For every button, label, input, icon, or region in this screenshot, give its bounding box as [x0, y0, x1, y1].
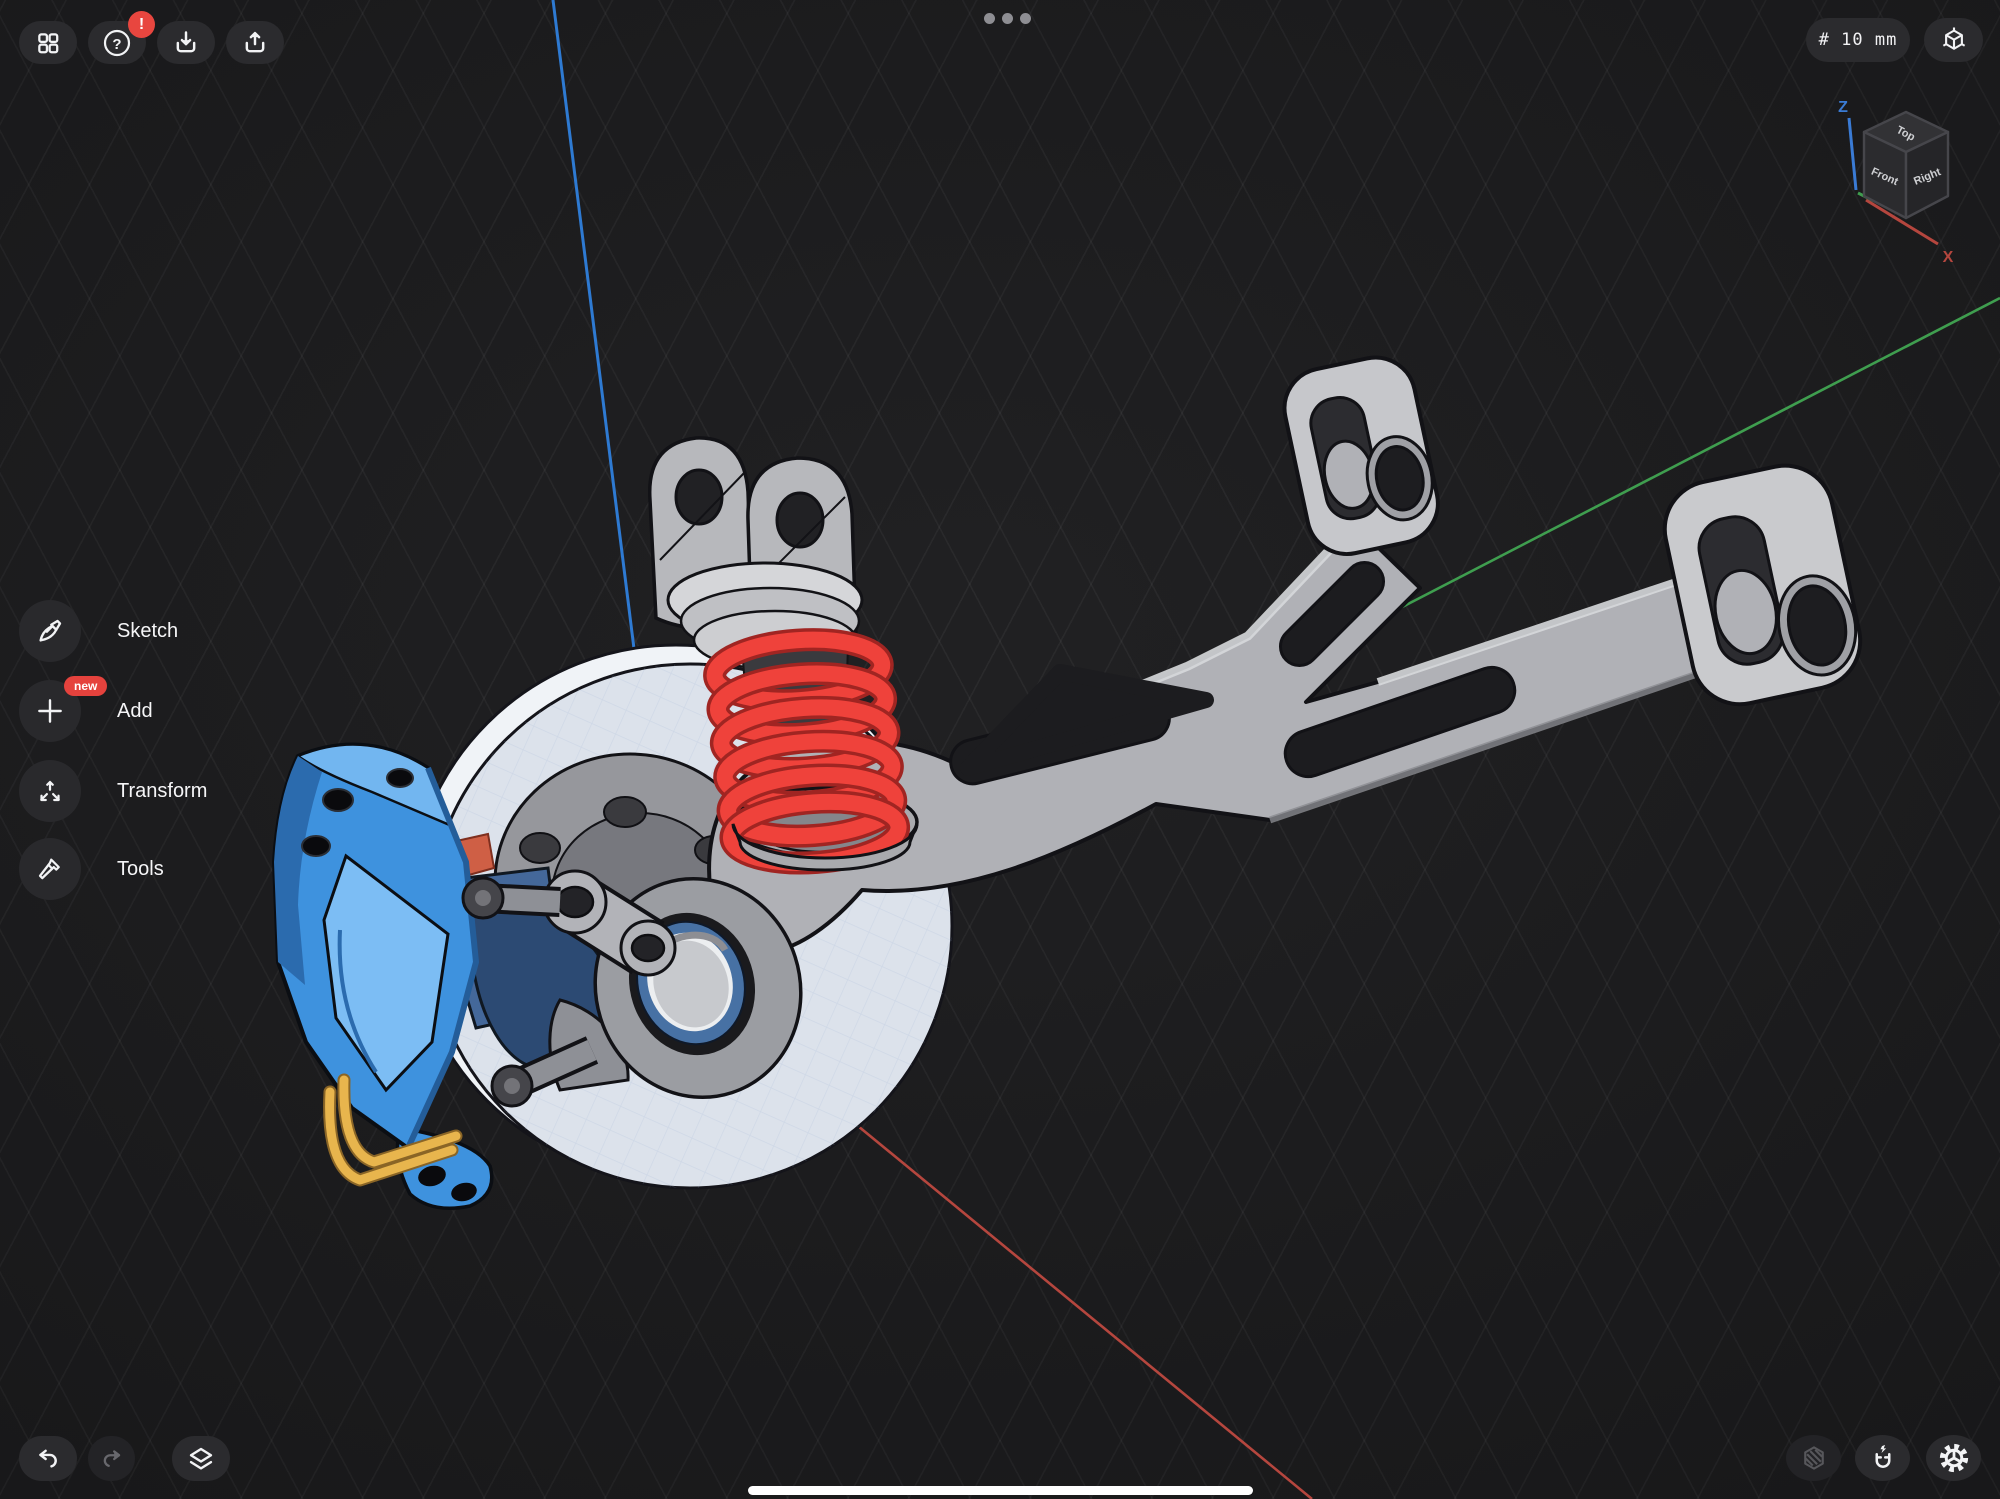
- isometric-cube-icon: [1939, 25, 1969, 55]
- plus-icon: [34, 695, 66, 727]
- sidebar-item-transform[interactable]: Transform: [19, 760, 207, 822]
- svg-text:?: ?: [112, 36, 121, 53]
- hammer-icon: [35, 854, 65, 884]
- snap-button[interactable]: [1855, 1435, 1910, 1481]
- export-button[interactable]: [226, 21, 284, 64]
- section-view-button[interactable]: [1786, 1435, 1841, 1481]
- help-button[interactable]: ? !: [88, 21, 146, 64]
- section-cube-icon: [1799, 1443, 1829, 1473]
- sidebar-label-transform: Transform: [117, 780, 207, 803]
- settings-button[interactable]: [1926, 1435, 1981, 1481]
- view-cube[interactable]: Z X Top Front Right: [1822, 90, 2000, 275]
- layers-button[interactable]: [172, 1436, 230, 1481]
- app-menu-button[interactable]: [19, 21, 77, 64]
- sidebar-label-sketch: Sketch: [117, 620, 178, 643]
- undo-arrow-icon: [34, 1445, 62, 1473]
- new-feature-badge: new: [64, 676, 107, 696]
- sidebar-item-tools[interactable]: Tools: [19, 838, 164, 900]
- undo-button[interactable]: [19, 1436, 77, 1481]
- axis-z-label: Z: [1838, 99, 1848, 116]
- gear-icon: [1939, 1443, 1969, 1473]
- sidebar-item-sketch[interactable]: Sketch: [19, 600, 178, 662]
- sidebar-label-tools: Tools: [117, 858, 164, 881]
- sidebar-label-add: Add: [117, 700, 153, 723]
- app-grid-icon: [35, 30, 61, 56]
- axis-x-label: X: [1943, 249, 1954, 266]
- redo-button[interactable]: [88, 1436, 135, 1481]
- help-alert-badge: !: [128, 11, 155, 38]
- viewport-3d[interactable]: ? ! # 10 mm Z X: [0, 0, 2000, 1499]
- view-mode-button[interactable]: [1924, 18, 1983, 62]
- home-indicator[interactable]: [748, 1486, 1253, 1495]
- sidebar-item-add[interactable]: new Add: [19, 680, 153, 742]
- bushing-clevis-upper[interactable]: [1277, 350, 1445, 561]
- import-down-icon: [172, 29, 200, 57]
- redo-arrow-icon: [99, 1446, 125, 1472]
- export-up-icon: [241, 29, 269, 57]
- layers-icon: [186, 1444, 216, 1474]
- magnet-icon: [1868, 1443, 1898, 1473]
- transform-arrows-icon: [35, 776, 65, 806]
- multitask-dots-icon[interactable]: [984, 13, 1031, 24]
- import-button[interactable]: [157, 21, 215, 64]
- canvas-3d[interactable]: [0, 0, 2000, 1499]
- units-badge[interactable]: # 10 mm: [1806, 18, 1910, 62]
- help-question-icon: ?: [101, 27, 133, 59]
- pencil-icon: [35, 616, 65, 646]
